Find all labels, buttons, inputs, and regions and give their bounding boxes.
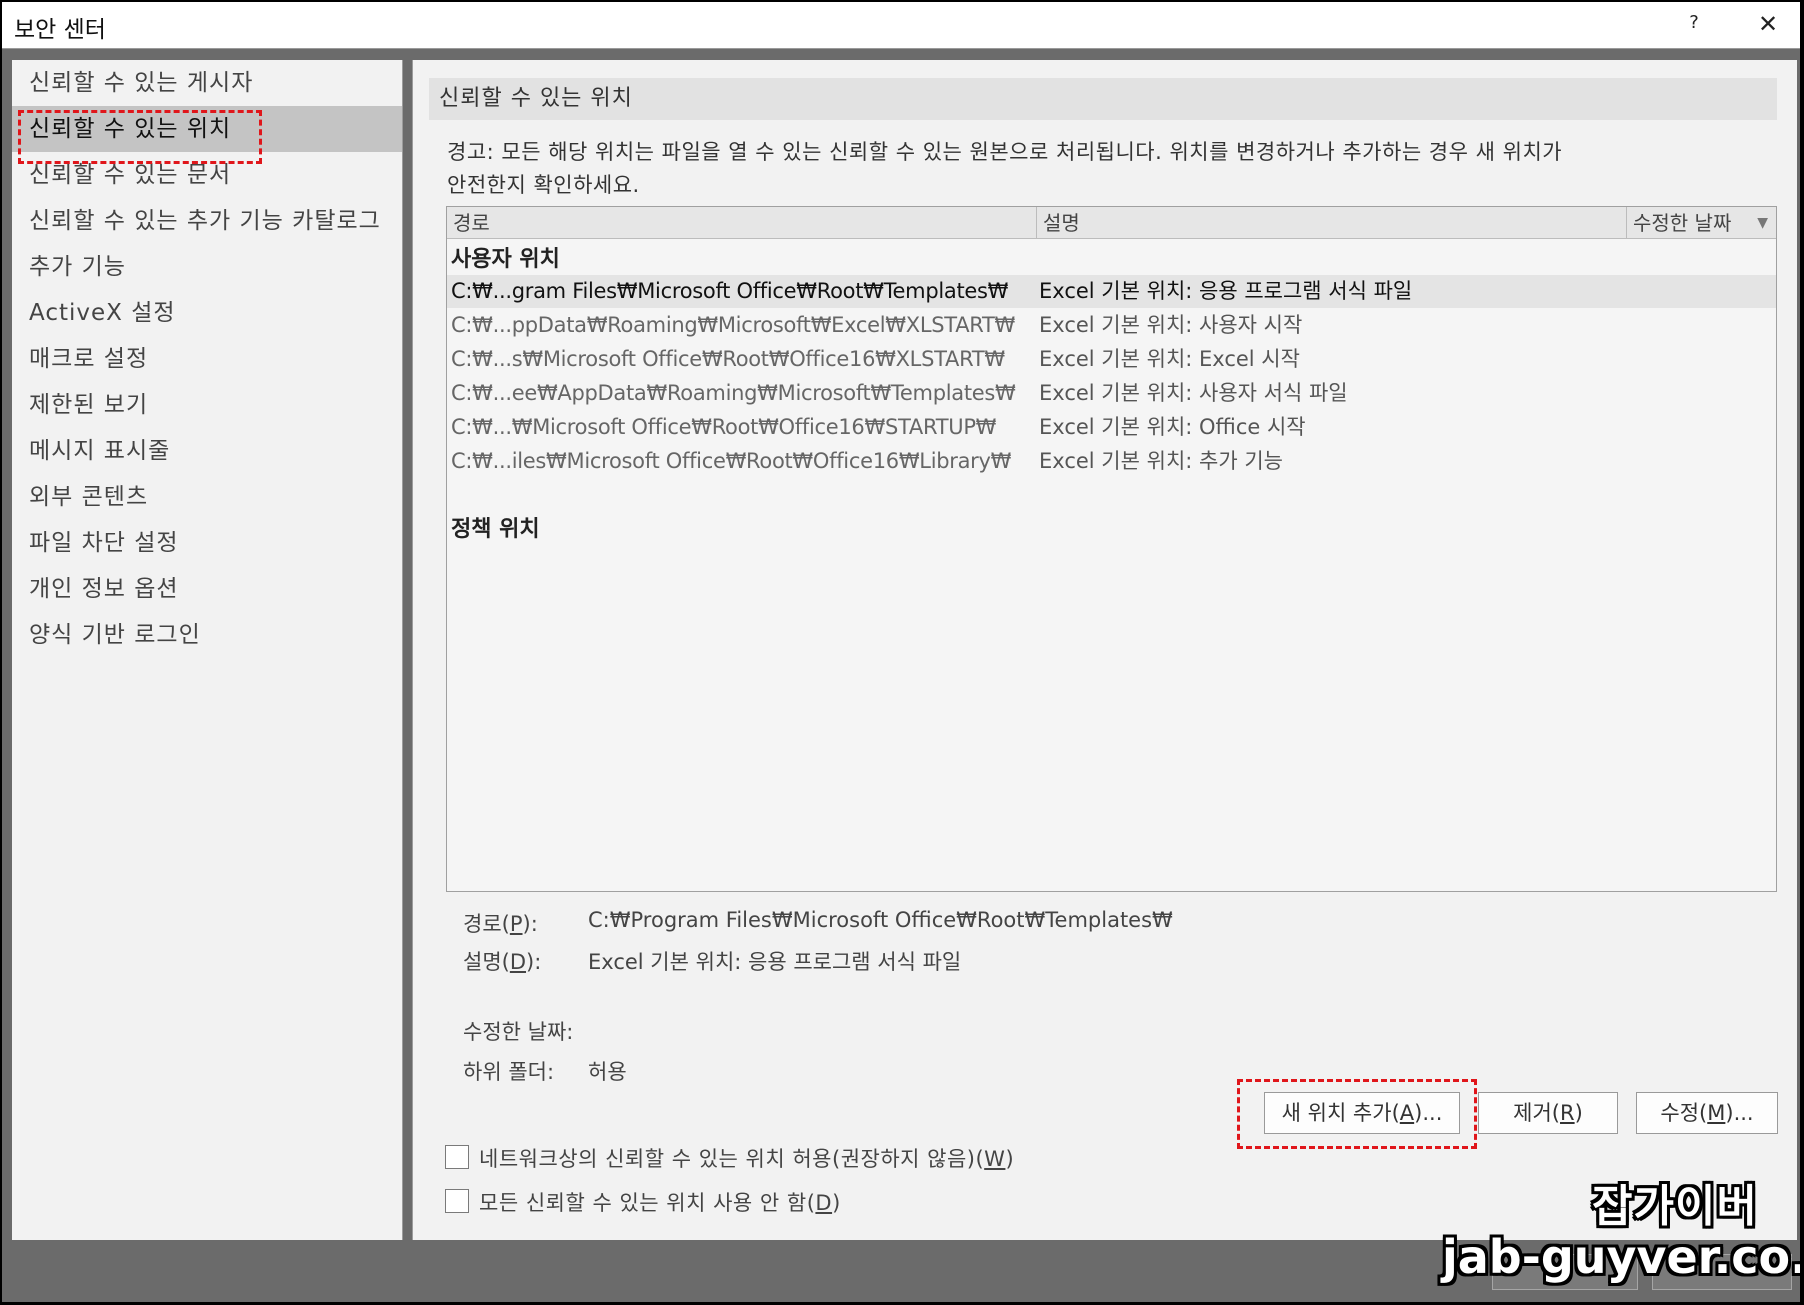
trusted-locations-panel: 신뢰할 수 있는 위치 경고: 모든 해당 위치는 파일을 열 수 있는 신뢰할… bbox=[412, 60, 1797, 1240]
column-header-modified[interactable]: 수정한 날짜 ▼ bbox=[1627, 207, 1776, 239]
row-path: C:₩...ppData₩Roaming₩Microsoft₩Excel₩XLS… bbox=[451, 313, 1016, 337]
sidebar-item-protected-view[interactable]: 제한된 보기 bbox=[12, 382, 402, 428]
sidebar-item-form-login[interactable]: 양식 기반 로그인 bbox=[12, 612, 402, 658]
user-locations-heading: 사용자 위치 bbox=[451, 247, 560, 272]
row-path: C:₩...ee₩AppData₩Roaming₩Microsoft₩Templ… bbox=[451, 381, 1016, 405]
table-row[interactable]: C:₩...gram Files₩Microsoft Office₩Root₩T… bbox=[447, 275, 1776, 308]
column-header-path[interactable]: 경로 bbox=[447, 207, 1037, 239]
help-icon[interactable]: ? bbox=[1682, 12, 1706, 36]
detail-subfolders-label: 하위 폴더: bbox=[463, 1060, 555, 1084]
disable-all-locations-checkbox[interactable] bbox=[445, 1189, 469, 1213]
sidebar-item-activex[interactable]: ActiveX 설정 bbox=[12, 290, 402, 336]
disable-all-locations-label: 모든 신뢰할 수 있는 위치 사용 안 함(D) bbox=[479, 1191, 841, 1215]
remove-button[interactable]: 제거(R) bbox=[1478, 1092, 1618, 1134]
table-row[interactable]: C:₩...ee₩AppData₩Roaming₩Microsoft₩Templ… bbox=[447, 377, 1776, 410]
trust-center-dialog: 보안 센터 ? ✕ 신뢰할 수 있는 게시자 신뢰할 수 있는 위치 신뢰할 수… bbox=[2, 2, 1800, 1302]
sidebar-item-trusted-documents[interactable]: 신뢰할 수 있는 문서 bbox=[12, 152, 402, 198]
sidebar-item-privacy[interactable]: 개인 정보 옵션 bbox=[12, 566, 402, 612]
table-row[interactable]: C:₩...ppData₩Roaming₩Microsoft₩Excel₩XLS… bbox=[447, 309, 1776, 342]
table-row[interactable]: C:₩...s₩Microsoft Office₩Root₩Office16₩X… bbox=[447, 343, 1776, 376]
row-description: Excel 기본 위치: 사용자 시작 bbox=[1039, 313, 1303, 337]
detail-subfolders-value: 허용 bbox=[588, 1060, 627, 1084]
row-path: C:₩...iles₩Microsoft Office₩Root₩Office1… bbox=[451, 449, 1012, 473]
sidebar-item-trusted-addin-catalogs[interactable]: 신뢰할 수 있는 추가 기능 카탈로그 bbox=[12, 198, 402, 244]
watermark-logo-text: 잡가이버 bbox=[1592, 1181, 1758, 1232]
sidebar-item-trusted-publishers[interactable]: 신뢰할 수 있는 게시자 bbox=[12, 60, 402, 106]
sidebar-item-file-block[interactable]: 파일 차단 설정 bbox=[12, 520, 402, 566]
row-description: Excel 기본 위치: 사용자 서식 파일 bbox=[1039, 381, 1348, 405]
warning-text: 경고: 모든 해당 위치는 파일을 열 수 있는 신뢰할 수 있는 원본으로 처… bbox=[447, 136, 1767, 202]
category-sidebar: 신뢰할 수 있는 게시자 신뢰할 수 있는 위치 신뢰할 수 있는 문서 신뢰할… bbox=[12, 60, 403, 1240]
column-description-label: 설명 bbox=[1043, 211, 1080, 235]
sidebar-item-trusted-locations[interactable]: 신뢰할 수 있는 위치 bbox=[12, 106, 402, 152]
title-bar: 보안 센터 ? ✕ bbox=[2, 2, 1800, 49]
section-title: 신뢰할 수 있는 위치 bbox=[429, 78, 1777, 120]
allow-network-locations-label: 네트워크상의 신뢰할 수 있는 위치 허용(권장하지 않음)(W) bbox=[479, 1147, 1015, 1171]
row-path: C:₩...₩Microsoft Office₩Root₩Office16₩ST… bbox=[451, 415, 997, 439]
row-path: C:₩...gram Files₩Microsoft Office₩Root₩T… bbox=[451, 279, 1009, 303]
modify-button[interactable]: 수정(M)... bbox=[1636, 1092, 1778, 1134]
allow-network-locations-checkbox[interactable] bbox=[445, 1145, 469, 1169]
table-row[interactable]: C:₩...₩Microsoft Office₩Root₩Office16₩ST… bbox=[447, 411, 1776, 444]
sidebar-item-macro[interactable]: 매크로 설정 bbox=[12, 336, 402, 382]
sidebar-item-external-content[interactable]: 외부 콘텐츠 bbox=[12, 474, 402, 520]
sidebar-item-message-bar[interactable]: 메시지 표시줄 bbox=[12, 428, 402, 474]
table-row[interactable]: C:₩...iles₩Microsoft Office₩Root₩Office1… bbox=[447, 445, 1776, 478]
dialog-title: 보안 센터 bbox=[14, 17, 106, 43]
row-description: Excel 기본 위치: Excel 시작 bbox=[1039, 347, 1300, 371]
policy-locations-heading: 정책 위치 bbox=[451, 517, 540, 542]
row-description: Excel 기본 위치: Office 시작 bbox=[1039, 415, 1306, 439]
detail-modified-label: 수정한 날짜: bbox=[463, 1020, 574, 1044]
detail-path-label: 경로(P): bbox=[463, 912, 538, 936]
watermark-url: jab-guyver.co.kr bbox=[1442, 1230, 1800, 1284]
sidebar-item-addins[interactable]: 추가 기능 bbox=[12, 244, 402, 290]
row-path: C:₩...s₩Microsoft Office₩Root₩Office16₩X… bbox=[451, 347, 1005, 371]
warning-line-1: 경고: 모든 해당 위치는 파일을 열 수 있는 신뢰할 수 있는 원본으로 처… bbox=[447, 140, 1563, 164]
column-path-label: 경로 bbox=[453, 211, 490, 235]
add-new-location-button[interactable]: 새 위치 추가(A)... bbox=[1264, 1092, 1460, 1134]
detail-description-label: 설명(D): bbox=[463, 950, 542, 974]
column-modified-label: 수정한 날짜 bbox=[1633, 211, 1732, 235]
warning-line-2: 안전한지 확인하세요. bbox=[447, 173, 640, 197]
detail-path-value: C:₩Program Files₩Microsoft Office₩Root₩T… bbox=[588, 908, 1173, 932]
close-icon[interactable]: ✕ bbox=[1754, 10, 1782, 38]
detail-description-value: Excel 기본 위치: 응용 프로그램 서식 파일 bbox=[588, 950, 962, 974]
column-header-description[interactable]: 설명 bbox=[1037, 207, 1627, 239]
row-description: Excel 기본 위치: 추가 기능 bbox=[1039, 449, 1283, 473]
sort-down-icon: ▼ bbox=[1757, 215, 1768, 231]
row-description: Excel 기본 위치: 응용 프로그램 서식 파일 bbox=[1039, 279, 1413, 303]
locations-list[interactable]: 경로 설명 수정한 날짜 ▼ 사용자 위치 C:₩...gram Files₩M… bbox=[446, 206, 1777, 892]
